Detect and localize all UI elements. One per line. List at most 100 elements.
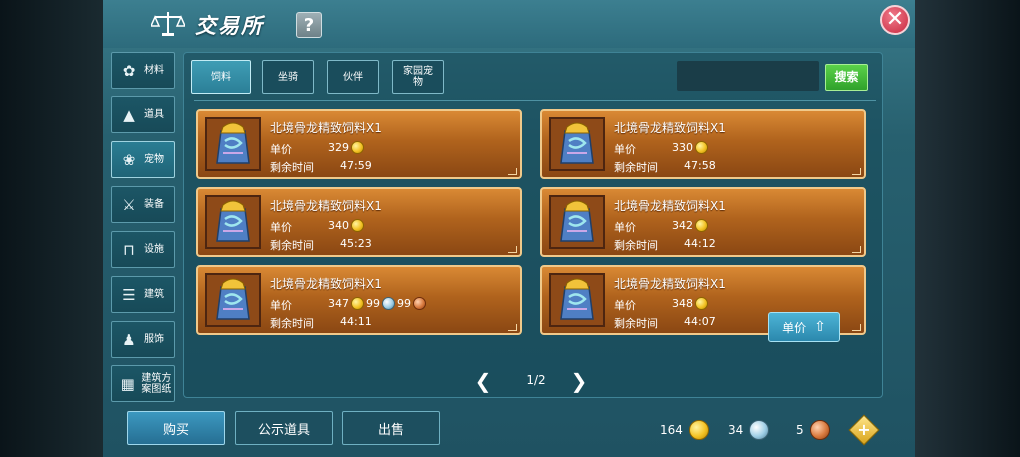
gold-price: 348 [672,297,693,310]
search-input[interactable] [677,61,819,91]
prev-page-button[interactable]: ❮ [474,371,492,391]
blueprint-icon: ▦ [120,374,135,393]
silver-amount: 34 [728,423,744,437]
listing-card[interactable]: 北境骨龙精致饲料X1 单价 329 剩余时间 47:59 [196,109,522,179]
listing-card[interactable]: 北境骨龙精致饲料X1 单价 347 99 99 剩余时间 44:11 [196,265,522,335]
price-label: 单价 [270,221,292,234]
exchange-panel: 交易所 ? ✕ ✿ 材料 ▲ 道具 ❀ 宠物 ⚔ 装备 ⊓ 设施 ☰ 建筑 ♟ [103,0,915,457]
time-label: 剩余时间 [614,317,658,330]
silver-coin-icon [749,420,770,440]
price-row: 单价 347 99 99 [270,297,426,313]
help-button[interactable]: ? [296,12,322,38]
rack-icon: ⊓ [123,240,135,259]
background-right [915,0,1020,457]
item-name: 北境骨龙精致饲料X1 [270,277,382,291]
sidebar-item-label: 道具 [144,109,164,120]
time-value: 45:23 [340,237,372,250]
sidebar-item-label: 材料 [144,65,164,76]
time-label: 剩余时间 [270,317,314,330]
sidebar-item-label: 宠物 [144,154,164,165]
time-row: 剩余时间 47:59 [270,159,372,175]
feed-bag-icon [549,195,605,249]
time-value: 47:59 [340,159,372,172]
plus-icon: + [857,420,871,439]
divider [194,100,876,101]
listing-card[interactable]: 北境骨龙精致饲料X1 单价 330 剩余时间 47:58 [540,109,866,179]
flask-icon: ▲ [123,105,135,124]
sort-by-price-button[interactable]: 单价 ⇧ [768,312,840,342]
tab-partners[interactable]: 伙伴 [327,60,379,94]
price-label: 单价 [270,143,292,156]
gold-coin-icon [695,297,708,310]
gold-coin-icon [695,141,708,154]
sidebar-item-buildings[interactable]: ☰ 建筑 [111,276,175,313]
listing-card[interactable]: 北境骨龙精致饲料X1 单价 342 剩余时间 44:12 [540,187,866,257]
bronze-coin-icon [809,420,830,440]
silver-coin-icon [382,297,395,310]
tab-mounts[interactable]: 坐骑 [262,60,314,94]
item-name: 北境骨龙精致饲料X1 [270,121,382,135]
header-bar: 交易所 ? ✕ [103,0,915,48]
sidebar-item-label: 装备 [144,199,164,210]
sort-label: 单价 [782,320,807,335]
gold-coin-icon [695,219,708,232]
flower-icon: ✿ [122,61,136,80]
time-value: 44:12 [684,237,716,250]
sidebar-item-label: 建筑 [144,289,164,300]
buy-button[interactable]: 购买 [127,411,225,445]
corner-mark [852,324,861,331]
time-row: 剩余时间 45:23 [270,237,372,253]
paw-icon: ❀ [122,150,136,169]
gold-coin-icon [351,141,364,154]
item-name: 北境骨龙精致饲料X1 [614,199,726,213]
feed-bag-icon [205,195,261,249]
price-label: 单价 [614,221,636,234]
background-left [0,0,103,457]
bronze-balance: 5 [796,420,830,440]
time-label: 剩余时间 [614,239,658,252]
sword-icon: ⚔ [122,195,136,214]
sidebar-item-facilities[interactable]: ⊓ 设施 [111,231,175,268]
tab-feed[interactable]: 饲料 [191,60,251,94]
gold-balance: 164 [660,420,709,440]
page-title: 交易所 [195,14,264,38]
time-row: 剩余时间 47:58 [614,159,716,175]
price-row: 单价 348 [614,297,708,313]
scale-icon [151,12,185,36]
clothing-icon: ♟ [122,330,136,349]
time-row: 剩余时间 44:07 [614,315,716,331]
time-label: 剩余时间 [270,239,314,252]
corner-mark [508,246,517,253]
sidebar-item-equipment[interactable]: ⚔ 装备 [111,186,175,223]
item-name: 北境骨龙精致饲料X1 [614,277,726,291]
listing-card[interactable]: 北境骨龙精致饲料X1 单价 340 剩余时间 45:23 [196,187,522,257]
sidebar-item-props[interactable]: ▲ 道具 [111,96,175,133]
gold-coin-icon [688,420,709,440]
corner-mark [852,246,861,253]
search-button[interactable]: 搜索 [825,64,868,91]
price-value: 330 [672,141,708,154]
tab-home-pets[interactable]: 家园宠物 [392,60,444,94]
item-name: 北境骨龙精致饲料X1 [614,121,726,135]
add-currency-button[interactable]: + [848,414,880,446]
gold-price: 329 [328,141,349,154]
close-button[interactable]: ✕ [880,5,910,35]
next-page-button[interactable]: ❯ [570,371,588,391]
corner-mark [852,168,861,175]
sidebar-item-pets[interactable]: ❀ 宠物 [111,141,175,178]
sell-button[interactable]: 出售 [342,411,440,445]
sidebar-item-clothing[interactable]: ♟ 服饰 [111,321,175,358]
gold-price: 347 [328,297,349,310]
silver-balance: 34 [728,420,770,440]
time-value: 44:07 [684,315,716,328]
gold-coin-icon [351,219,364,232]
corner-mark [508,168,517,175]
price-row: 单价 342 [614,219,708,235]
sidebar-item-materials[interactable]: ✿ 材料 [111,52,175,89]
time-value: 47:58 [684,159,716,172]
price-row: 单价 330 [614,141,708,157]
time-label: 剩余时间 [270,161,314,174]
price-row: 单价 329 [270,141,364,157]
public-items-button[interactable]: 公示道具 [235,411,333,445]
sidebar-item-blueprints[interactable]: ▦ 建筑方案图纸 [111,365,175,402]
